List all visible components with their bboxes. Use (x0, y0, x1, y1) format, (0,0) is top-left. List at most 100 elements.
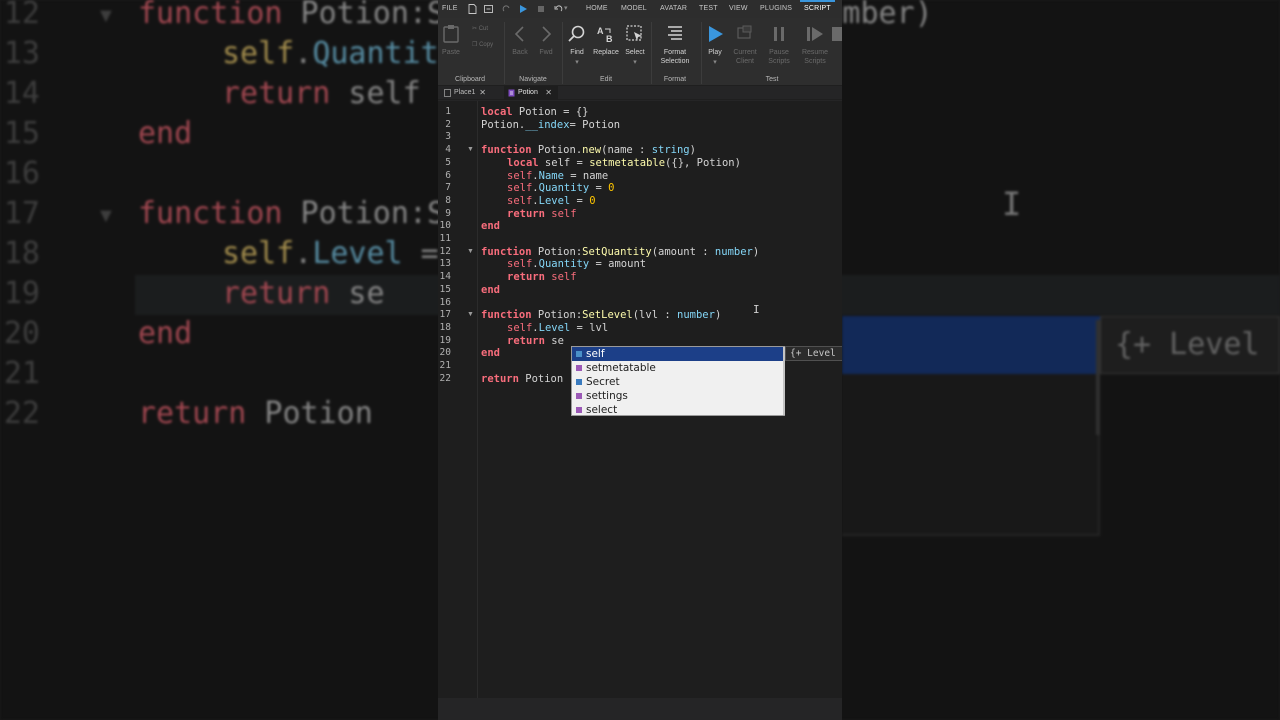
menu-file[interactable]: FILE (442, 0, 458, 18)
code-token: end (481, 347, 500, 360)
code-token: self (507, 258, 533, 271)
code-token: ) (752, 245, 760, 258)
replace-icon: AB (597, 26, 613, 44)
copy-button[interactable]: ❐ Copy (472, 40, 493, 50)
code-line: end (481, 284, 500, 297)
code-token: Potion: (531, 309, 583, 322)
autocomplete-item[interactable]: settings (572, 389, 784, 403)
svg-text:A: A (597, 26, 604, 36)
code-line: local Potion = {} (481, 106, 588, 119)
paste-button[interactable]: Paste (440, 18, 462, 76)
code-line: self.Quantity = 0 (507, 182, 615, 195)
forward-arrow-icon (542, 26, 552, 42)
code-line: function Potion:SetLevel(lvl : number) (481, 309, 721, 322)
code-token: self (507, 321, 533, 334)
group-test: Test (765, 76, 779, 83)
resume-scripts-button[interactable]: Resume Scripts (798, 18, 832, 76)
autocomplete-item-label: self (586, 348, 605, 360)
code-token: = (570, 194, 590, 207)
line-number: 5 (445, 156, 451, 168)
code-token: Potion (518, 372, 564, 385)
code-token: 0 (608, 182, 615, 195)
find-button[interactable]: Find ▾ (564, 18, 590, 76)
menu-test[interactable]: TEST (699, 0, 718, 18)
stop-icon[interactable] (537, 4, 546, 14)
tab-potion[interactable]: Potion ✕ (504, 86, 558, 100)
cut-button[interactable]: ✂ Cut (472, 24, 488, 34)
code-token: ({}, Potion) (665, 156, 741, 169)
line-number: 16 (439, 296, 451, 308)
undo-icon[interactable] (554, 4, 563, 14)
play-dropdown-icon: ▾ (713, 59, 717, 66)
code-token: return (481, 372, 519, 385)
code-token: se (544, 334, 564, 347)
menu-home[interactable]: HOME (586, 0, 608, 18)
code-line: return self (507, 208, 577, 221)
format-selection-label: Format Selection (660, 49, 690, 65)
back-button[interactable]: Back (508, 18, 532, 76)
tab-place1[interactable]: Place1 ✕ (440, 86, 492, 100)
code-token: end (481, 220, 500, 233)
replace-button[interactable]: AB Replace (591, 18, 621, 76)
menu-model[interactable]: MODEL (621, 0, 647, 18)
autocomplete-item[interactable]: select (572, 403, 784, 417)
fold-arrow-icon[interactable]: ▼ (467, 144, 474, 157)
play-button[interactable]: Play ▾ (702, 18, 728, 76)
menu-avatar[interactable]: AVATAR (660, 0, 687, 18)
menu-view[interactable]: VIEW (729, 0, 748, 18)
current-client-button[interactable]: Current Client (729, 18, 761, 76)
select-label: Select (625, 49, 645, 56)
code-token: = name (563, 169, 609, 182)
paste-label: Paste (442, 49, 460, 56)
autocomplete-item[interactable]: setmetatable (572, 361, 784, 375)
pause-scripts-label: Pause Scripts (768, 49, 790, 65)
close-icon[interactable]: ✕ (545, 86, 552, 100)
code-token: Name (538, 169, 564, 182)
code-token: ) (714, 309, 722, 322)
group-format: Format (663, 76, 687, 83)
menu-plugins[interactable]: PLUGINS (760, 0, 792, 18)
code-token: end (481, 283, 500, 296)
autocomplete-item-label: setmetatable (586, 362, 656, 374)
play-icon[interactable] (519, 4, 528, 14)
code-token: (name : (601, 144, 652, 157)
line-number: 19 (439, 334, 451, 346)
line-number: 6 (445, 169, 451, 181)
group-navigate: Navigate (519, 76, 547, 83)
code-line: self.Quantity = amount (507, 258, 646, 271)
forward-button[interactable]: Fwd (534, 18, 558, 76)
fold-arrow-icon[interactable]: ▼ (467, 246, 474, 259)
select-dropdown-icon: ▾ (633, 59, 637, 66)
code-line: self.Level = lvl (507, 322, 608, 335)
code-token: local (481, 106, 513, 118)
close-icon[interactable]: ✕ (479, 86, 486, 100)
line-number: 2 (445, 118, 451, 130)
new-file-icon[interactable] (468, 4, 477, 14)
autocomplete-item-label: select (586, 404, 618, 416)
code-token: number (677, 309, 715, 322)
code-token: string (651, 144, 690, 157)
fold-arrow-icon[interactable]: ▼ (467, 309, 474, 322)
line-number: 22 (439, 372, 451, 384)
back-arrow-icon (514, 26, 524, 42)
autocomplete-item[interactable]: self (572, 347, 784, 361)
code-token: Potion. (481, 118, 526, 131)
format-selection-button[interactable]: Format Selection (654, 18, 696, 76)
format-icon (668, 26, 682, 40)
open-file-icon[interactable] (484, 4, 493, 14)
menu-script[interactable]: SCRIPT (800, 0, 835, 18)
quick-access-dropdown-icon[interactable]: ▾ (564, 0, 568, 18)
pause-scripts-button[interactable]: Pause Scripts (763, 18, 795, 76)
resume-icon (807, 27, 823, 41)
line-number: 14 (439, 271, 451, 283)
menu-bar: FILE ▾ HOME MODEL AVATAR TEST VIEW PLUGI… (438, 0, 842, 18)
autocomplete-item[interactable]: Secret (572, 375, 784, 389)
redo-icon[interactable] (502, 4, 511, 14)
code-line: self.Name = name (507, 170, 608, 183)
client-icon (737, 25, 752, 39)
select-button[interactable]: Select ▾ (622, 18, 648, 76)
svg-text:B: B (606, 34, 613, 44)
script-editor[interactable]: 1 2 3 4 ▼ 5 6 7 8 9 10 11 12 ▼ 13 14 15 16 17 ▼ 18 19 20 21 22 l… (438, 101, 842, 698)
place-icon (444, 89, 451, 97)
stop-button[interactable] (832, 18, 842, 76)
